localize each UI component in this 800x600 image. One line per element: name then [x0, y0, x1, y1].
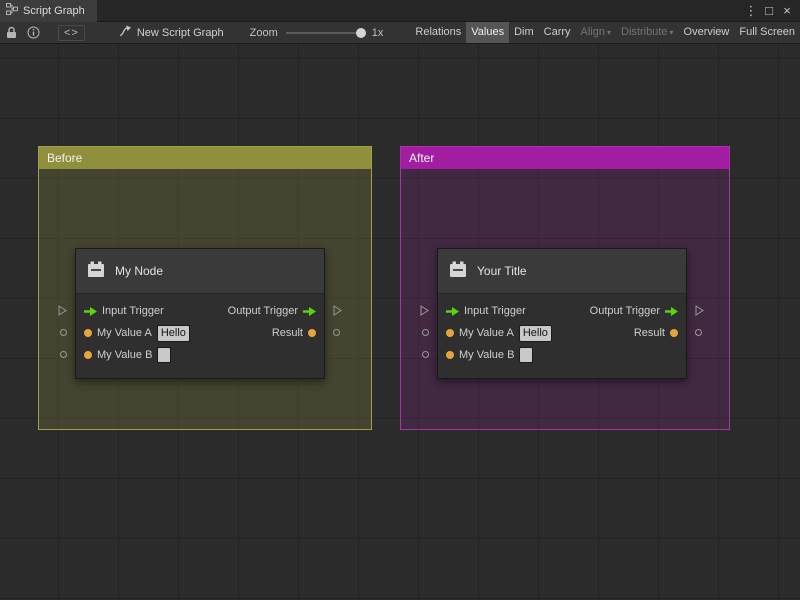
info-icon[interactable]	[22, 22, 44, 44]
port-row: Input Trigger Output Trigger	[76, 300, 324, 322]
input-trigger-label: Input Trigger	[102, 305, 164, 317]
value-port-icon[interactable]	[446, 351, 454, 359]
code-view-button[interactable]: <>	[58, 25, 85, 41]
port-row: My Value B	[438, 344, 686, 366]
node-my-node: My Node Input Trigger Output Trigger	[75, 248, 325, 378]
graph-asset-button[interactable]: New Script Graph	[119, 25, 224, 40]
value-b-field[interactable]	[157, 347, 171, 363]
zoom-slider-track	[286, 32, 366, 34]
outer-flow-in-port[interactable]	[58, 305, 67, 316]
value-port-icon[interactable]	[670, 329, 678, 337]
script-graph-asset-icon	[119, 25, 132, 40]
input-trigger-label: Input Trigger	[464, 305, 526, 317]
caret-down-icon: ▾	[607, 28, 611, 37]
node-your-title: Your Title Input Trigger Output Trigger	[437, 248, 687, 378]
toolbar-buttons: Relations Values Dim Carry Align▾ Distri…	[410, 22, 800, 44]
group-after-title: After	[409, 151, 434, 165]
node-title: Your Title	[477, 264, 527, 278]
value-a-field[interactable]: Hello	[519, 325, 552, 342]
node-title: My Node	[115, 264, 163, 278]
outer-value-port[interactable]	[60, 329, 67, 336]
value-a-field[interactable]: Hello	[157, 325, 190, 342]
flow-out-arrow-icon[interactable]	[665, 307, 678, 316]
window-maximize-icon[interactable]: □	[760, 0, 778, 22]
zoom-value: 1x	[372, 27, 384, 39]
values-button[interactable]: Values	[466, 22, 509, 44]
outer-value-port[interactable]	[422, 351, 429, 358]
value-a-label: My Value A	[459, 327, 514, 339]
node-body-container: My Node Input Trigger Output Trigger	[75, 248, 325, 379]
graph-toolbar: <> New Script Graph Zoom 1x Relations Va…	[0, 22, 800, 44]
window-menu-icon[interactable]: ⋮	[742, 0, 760, 22]
overview-button[interactable]: Overview	[679, 22, 735, 44]
carry-button[interactable]: Carry	[539, 22, 576, 44]
port-row: Input Trigger Output Trigger	[438, 300, 686, 322]
relations-button[interactable]: Relations	[410, 22, 466, 44]
port-row: My Value A Hello Result	[76, 322, 324, 344]
value-b-label: My Value B	[97, 349, 152, 361]
align-label: Align	[581, 26, 605, 38]
value-port-icon[interactable]	[84, 329, 92, 337]
graph-hierarchy-icon	[6, 3, 18, 18]
unit-icon	[86, 260, 106, 283]
node-header[interactable]: My Node	[76, 249, 324, 294]
graph-canvas[interactable]: Before After My Node	[0, 44, 800, 600]
lock-icon[interactable]	[0, 22, 22, 44]
node-header[interactable]: Your Title	[438, 249, 686, 294]
outer-flow-in-port[interactable]	[420, 305, 429, 316]
result-label: Result	[272, 327, 303, 339]
tab-script-graph[interactable]: Script Graph	[0, 0, 97, 22]
graph-asset-name: New Script Graph	[137, 27, 224, 39]
result-label: Result	[634, 327, 665, 339]
value-b-field[interactable]	[519, 347, 533, 363]
outer-value-port[interactable]	[333, 329, 340, 336]
outer-value-port[interactable]	[695, 329, 702, 336]
window-titlebar: Script Graph ⋮ □ ×	[0, 0, 800, 22]
output-trigger-label: Output Trigger	[228, 305, 298, 317]
outer-value-port[interactable]	[60, 351, 67, 358]
output-trigger-label: Output Trigger	[590, 305, 660, 317]
value-a-label: My Value A	[97, 327, 152, 339]
port-row: My Value B	[76, 344, 324, 366]
flow-in-arrow-icon[interactable]	[446, 307, 459, 316]
zoom-label: Zoom	[250, 27, 278, 39]
group-after-header[interactable]: After	[401, 147, 729, 169]
group-before-header[interactable]: Before	[39, 147, 371, 169]
outer-flow-out-port[interactable]	[333, 305, 342, 316]
node-body-container: Your Title Input Trigger Output Trigger	[437, 248, 687, 379]
distribute-label: Distribute	[621, 26, 667, 38]
zoom-slider[interactable]	[286, 22, 366, 44]
caret-down-icon: ▾	[670, 28, 674, 37]
value-port-icon[interactable]	[446, 329, 454, 337]
node-ports: Input Trigger Output Trigger My Value A …	[76, 294, 324, 378]
unit-icon	[448, 260, 468, 283]
group-before-title: Before	[47, 151, 82, 165]
align-dropdown[interactable]: Align▾	[576, 22, 616, 44]
tab-title: Script Graph	[23, 5, 85, 17]
dim-button[interactable]: Dim	[509, 22, 539, 44]
value-b-label: My Value B	[459, 349, 514, 361]
outer-flow-out-port[interactable]	[695, 305, 704, 316]
window-close-icon[interactable]: ×	[778, 0, 796, 22]
flow-in-arrow-icon[interactable]	[84, 307, 97, 316]
port-row: My Value A Hello Result	[438, 322, 686, 344]
zoom-slider-knob[interactable]	[356, 28, 366, 38]
fullscreen-button[interactable]: Full Screen	[734, 22, 800, 44]
outer-value-port[interactable]	[422, 329, 429, 336]
window-controls: ⋮ □ ×	[742, 0, 800, 22]
value-port-icon[interactable]	[84, 351, 92, 359]
distribute-dropdown[interactable]: Distribute▾	[616, 22, 678, 44]
value-port-icon[interactable]	[308, 329, 316, 337]
node-ports: Input Trigger Output Trigger My Value A …	[438, 294, 686, 378]
flow-out-arrow-icon[interactable]	[303, 307, 316, 316]
